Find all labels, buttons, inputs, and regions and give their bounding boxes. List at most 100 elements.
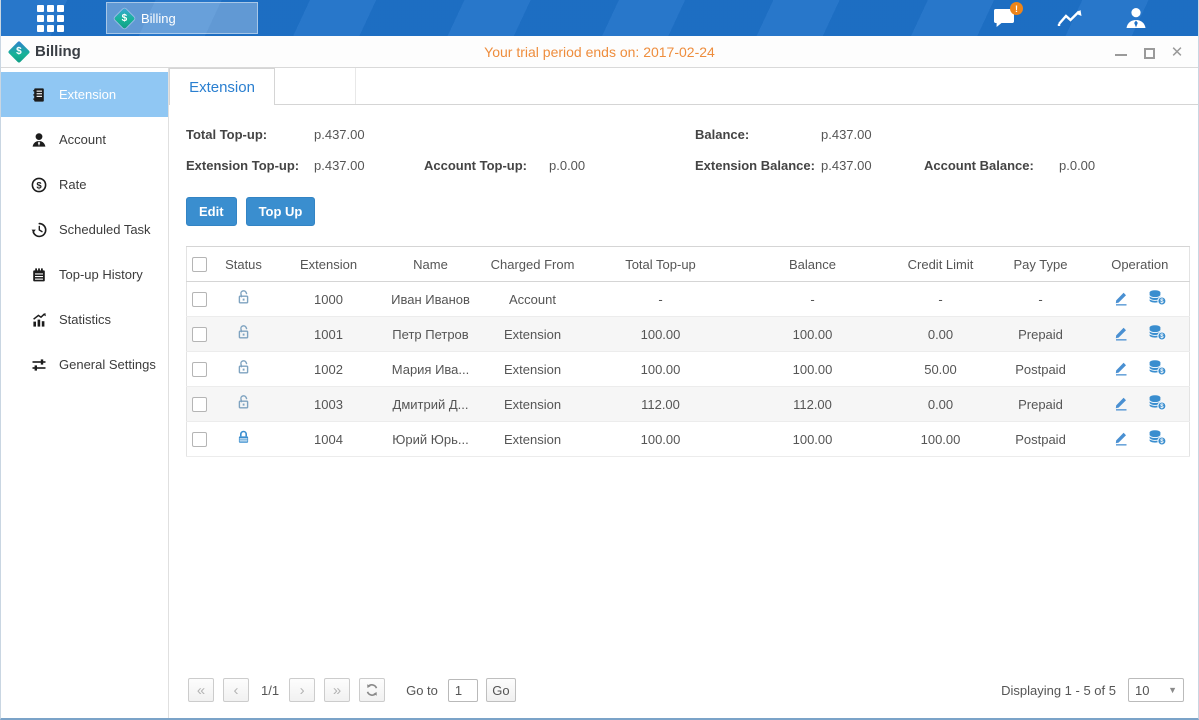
reports-chart-icon[interactable] [1056,6,1084,30]
edit-pencil-icon[interactable] [1113,324,1130,341]
app-tab-billing[interactable]: $ Billing [106,2,258,34]
first-page-button[interactable]: « [188,678,214,702]
cell-credit-limit: 100.00 [891,422,991,457]
sidebar-item-statistics[interactable]: Statistics [1,297,168,342]
caret-down-icon: ▼ [1168,685,1177,695]
total-topup-value: p.437.00 [314,127,365,142]
sidebar-item-rate[interactable]: $ Rate [1,162,168,207]
billing-app-window: $ Billing ! $ Billing Your trial period … [0,0,1199,720]
history-clock-icon [31,222,47,238]
account-topup-label: Account Top-up: [424,158,527,173]
status-unlocked [213,282,275,317]
col-credit-limit: Credit Limit [891,247,991,282]
col-pay-type: Pay Type [991,247,1091,282]
row-checkbox[interactable] [192,362,207,377]
cell-name: Петр Петров [383,317,479,352]
edit-pencil-icon[interactable] [1113,359,1130,376]
lock-open-icon [235,359,252,376]
top-up-coins-icon[interactable]: $ [1148,324,1167,341]
select-all-checkbox[interactable] [192,257,207,272]
cell-name: Иван Иванов [383,282,479,317]
row-checkbox[interactable] [192,292,207,307]
table-row: 1002Мария Ива...Extension100.00100.0050.… [187,352,1190,387]
cell-extension: 1004 [275,422,383,457]
sidebar-item-account[interactable]: Account [1,117,168,162]
sidebar-item-label: General Settings [59,357,156,372]
lock-open-icon [235,394,252,411]
tab-spare-area [275,68,356,104]
cell-total-topup: 100.00 [587,352,735,387]
cell-charged-from: Account [479,282,587,317]
top-up-coins-icon[interactable]: $ [1148,359,1167,376]
edit-pencil-icon[interactable] [1113,429,1130,446]
cell-balance: 100.00 [735,422,891,457]
extension-balance-value: p.437.00 [821,158,872,173]
lock-open-icon [235,289,252,306]
dollar-circle-icon: $ [31,177,47,193]
col-operation: Operation [1091,247,1190,282]
sidebar-item-label: Rate [59,177,86,192]
topbar-actions: ! [990,0,1150,36]
sidebar-item-label: Account [59,132,106,147]
window-controls: ✕ [1114,36,1184,68]
sidebar-item-label: Top-up History [59,267,143,282]
edit-pencil-icon[interactable] [1113,394,1130,411]
notification-badge: ! [1010,2,1023,15]
user-account-icon[interactable] [1122,6,1150,30]
top-up-coins-icon[interactable]: $ [1148,289,1167,306]
cell-charged-from: Extension [479,387,587,422]
top-up-coins-icon[interactable]: $ [1148,429,1167,446]
messages-icon[interactable]: ! [990,6,1018,30]
edit-button[interactable]: Edit [186,197,237,226]
next-page-button[interactable]: › [289,678,315,702]
edit-pencil-icon[interactable] [1113,289,1130,306]
cell-total-topup: 100.00 [587,422,735,457]
operation-cell: $ [1113,324,1167,341]
top-up-button[interactable]: Top Up [246,197,316,226]
balance-summary: Total Top-up: p.437.00 Balance: p.437.00… [169,105,1198,191]
sidebar-item-scheduled-task[interactable]: Scheduled Task [1,207,168,252]
extension-table-wrap: Status Extension Name Charged From Total… [186,246,1184,457]
sidebar-item-label: Statistics [59,312,111,327]
cell-total-topup: 100.00 [587,317,735,352]
top-up-coins-icon[interactable]: $ [1148,394,1167,411]
maximize-icon[interactable] [1142,45,1156,59]
page-size-select[interactable]: 10 ▼ [1128,678,1184,702]
go-button[interactable]: Go [486,678,516,702]
app-grid-icon[interactable] [37,5,64,32]
top-bar: $ Billing ! [1,0,1198,36]
lock-closed-icon [235,429,252,446]
balance-label: Balance: [695,127,749,142]
account-balance-label: Account Balance: [924,158,1034,173]
cell-pay-type: Postpaid [991,352,1091,387]
operation-cell: $ [1113,429,1167,446]
cell-credit-limit: 0.00 [891,317,991,352]
tab-extension[interactable]: Extension [169,68,275,105]
cell-pay-type: - [991,282,1091,317]
minimize-icon[interactable] [1114,45,1128,59]
ledger-icon [31,87,47,103]
status-unlocked [213,317,275,352]
cell-extension: 1003 [275,387,383,422]
refresh-button[interactable] [359,678,385,702]
row-checkbox[interactable] [192,432,207,447]
goto-page-input[interactable] [448,679,478,702]
pagination-bar: « ‹ 1/1 › » Go to Go Displaying [169,670,1198,718]
row-checkbox[interactable] [192,327,207,342]
cell-charged-from: Extension [479,317,587,352]
last-page-button[interactable]: » [324,678,350,702]
row-checkbox[interactable] [192,397,207,412]
col-balance: Balance [735,247,891,282]
displaying-text: Displaying 1 - 5 of 5 [1001,683,1116,698]
table-row: 1003Дмитрий Д...Extension112.00112.000.0… [187,387,1190,422]
billing-diamond-icon: $ [114,7,135,28]
cell-pay-type: Postpaid [991,422,1091,457]
sidebar-item-extension[interactable]: Extension [1,72,168,117]
sidebar-item-general-settings[interactable]: General Settings [1,342,168,387]
prev-page-button[interactable]: ‹ [223,678,249,702]
close-icon[interactable]: ✕ [1170,45,1184,59]
cell-balance: - [735,282,891,317]
sidebar: Extension Account $ Rate Scheduled Task … [1,68,169,718]
status-locked [213,422,275,457]
sidebar-item-topup-history[interactable]: Top-up History [1,252,168,297]
